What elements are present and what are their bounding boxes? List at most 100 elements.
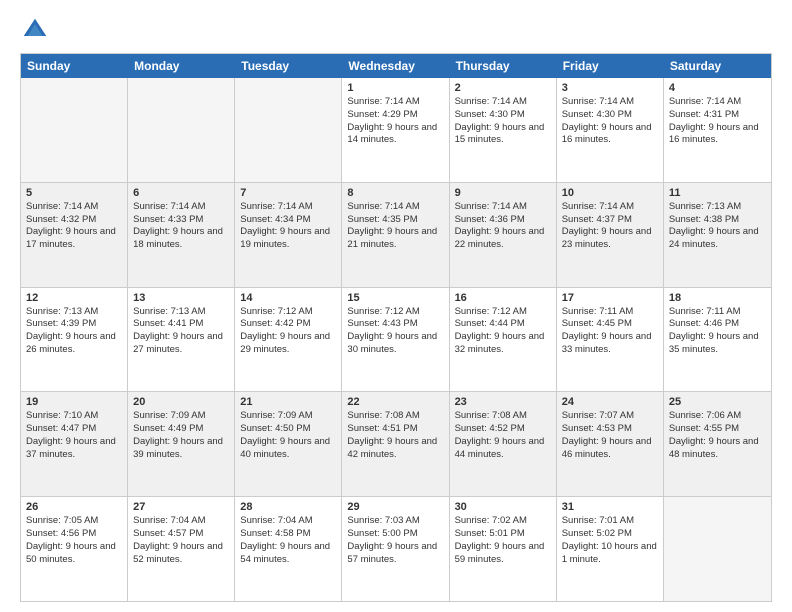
day-number: 14 [240,292,336,304]
header-thursday: Thursday [450,54,557,78]
day-number: 11 [669,187,766,199]
cell-info: Sunrise: 7:04 AM Sunset: 4:58 PM Dayligh… [240,515,336,566]
day-number: 2 [455,82,551,94]
calendar-cell: 24 Sunrise: 7:07 AM Sunset: 4:53 PM Dayli… [557,392,664,496]
cell-info: Sunrise: 7:01 AM Sunset: 5:02 PM Dayligh… [562,515,658,566]
day-number: 23 [455,396,551,408]
day-number: 9 [455,187,551,199]
calendar-row: 1 Sunrise: 7:14 AM Sunset: 4:29 PM Daylig… [21,78,771,183]
calendar-cell: 2 Sunrise: 7:14 AM Sunset: 4:30 PM Daylig… [450,78,557,182]
day-number: 24 [562,396,658,408]
day-number: 10 [562,187,658,199]
day-number: 1 [347,82,443,94]
day-number: 29 [347,501,443,513]
header-saturday: Saturday [664,54,771,78]
cell-info: Sunrise: 7:12 AM Sunset: 4:44 PM Dayligh… [455,306,551,357]
calendar-cell: 23 Sunrise: 7:08 AM Sunset: 4:52 PM Dayli… [450,392,557,496]
cell-info: Sunrise: 7:02 AM Sunset: 5:01 PM Dayligh… [455,515,551,566]
cell-info: Sunrise: 7:14 AM Sunset: 4:35 PM Dayligh… [347,201,443,252]
cell-info: Sunrise: 7:06 AM Sunset: 4:55 PM Dayligh… [669,410,766,461]
cell-info: Sunrise: 7:14 AM Sunset: 4:29 PM Dayligh… [347,96,443,147]
cell-info: Sunrise: 7:14 AM Sunset: 4:30 PM Dayligh… [562,96,658,147]
day-number: 26 [26,501,122,513]
cell-info: Sunrise: 7:10 AM Sunset: 4:47 PM Dayligh… [26,410,122,461]
day-number: 17 [562,292,658,304]
cell-info: Sunrise: 7:13 AM Sunset: 4:39 PM Dayligh… [26,306,122,357]
day-number: 3 [562,82,658,94]
calendar-cell: 11 Sunrise: 7:13 AM Sunset: 4:38 PM Dayli… [664,183,771,287]
cell-info: Sunrise: 7:12 AM Sunset: 4:43 PM Dayligh… [347,306,443,357]
day-number: 18 [669,292,766,304]
cell-info: Sunrise: 7:09 AM Sunset: 4:50 PM Dayligh… [240,410,336,461]
cell-info: Sunrise: 7:04 AM Sunset: 4:57 PM Dayligh… [133,515,229,566]
cell-info: Sunrise: 7:14 AM Sunset: 4:31 PM Dayligh… [669,96,766,147]
calendar-cell: 31 Sunrise: 7:01 AM Sunset: 5:02 PM Dayli… [557,497,664,601]
calendar-cell: 21 Sunrise: 7:09 AM Sunset: 4:50 PM Dayli… [235,392,342,496]
cell-info: Sunrise: 7:09 AM Sunset: 4:49 PM Dayligh… [133,410,229,461]
day-number: 6 [133,187,229,199]
calendar-row: 19 Sunrise: 7:10 AM Sunset: 4:47 PM Dayli… [21,392,771,497]
calendar-cell: 1 Sunrise: 7:14 AM Sunset: 4:29 PM Daylig… [342,78,449,182]
day-number: 21 [240,396,336,408]
calendar-header: Sunday Monday Tuesday Wednesday Thursday… [21,54,771,78]
day-number: 19 [26,396,122,408]
day-number: 27 [133,501,229,513]
day-number: 4 [669,82,766,94]
calendar-row: 12 Sunrise: 7:13 AM Sunset: 4:39 PM Dayli… [21,288,771,393]
calendar-cell: 18 Sunrise: 7:11 AM Sunset: 4:46 PM Dayli… [664,288,771,392]
logo [20,15,54,45]
cell-info: Sunrise: 7:11 AM Sunset: 4:46 PM Dayligh… [669,306,766,357]
cell-info: Sunrise: 7:13 AM Sunset: 4:41 PM Dayligh… [133,306,229,357]
day-number: 30 [455,501,551,513]
calendar-cell [21,78,128,182]
day-number: 15 [347,292,443,304]
day-number: 13 [133,292,229,304]
logo-icon [20,15,50,45]
calendar-cell: 9 Sunrise: 7:14 AM Sunset: 4:36 PM Daylig… [450,183,557,287]
calendar-cell: 13 Sunrise: 7:13 AM Sunset: 4:41 PM Dayli… [128,288,235,392]
calendar-cell: 29Sunrise: 7:03 AM Sunset: 5:00 PM Dayli… [342,497,449,601]
calendar-row: 26 Sunrise: 7:05 AM Sunset: 4:56 PM Dayli… [21,497,771,601]
header-sunday: Sunday [21,54,128,78]
calendar-cell: 20Sunrise: 7:09 AM Sunset: 4:49 PM Dayli… [128,392,235,496]
calendar-cell [235,78,342,182]
header-monday: Monday [128,54,235,78]
cell-info: Sunrise: 7:13 AM Sunset: 4:38 PM Dayligh… [669,201,766,252]
cell-info: Sunrise: 7:11 AM Sunset: 4:45 PM Dayligh… [562,306,658,357]
calendar-cell: 3 Sunrise: 7:14 AM Sunset: 4:30 PM Daylig… [557,78,664,182]
header-tuesday: Tuesday [235,54,342,78]
cell-info: Sunrise: 7:14 AM Sunset: 4:33 PM Dayligh… [133,201,229,252]
day-number: 12 [26,292,122,304]
cell-info: Sunrise: 7:05 AM Sunset: 4:56 PM Dayligh… [26,515,122,566]
header-friday: Friday [557,54,664,78]
calendar-cell: 4 Sunrise: 7:14 AM Sunset: 4:31 PM Daylig… [664,78,771,182]
day-number: 31 [562,501,658,513]
calendar: Sunday Monday Tuesday Wednesday Thursday… [20,53,772,602]
calendar-body: 1 Sunrise: 7:14 AM Sunset: 4:29 PM Daylig… [21,78,771,601]
calendar-cell: 14 Sunrise: 7:12 AM Sunset: 4:42 PM Dayli… [235,288,342,392]
calendar-cell: 12 Sunrise: 7:13 AM Sunset: 4:39 PM Dayli… [21,288,128,392]
calendar-cell: 7 Sunrise: 7:14 AM Sunset: 4:34 PM Daylig… [235,183,342,287]
calendar-cell: 27 Sunrise: 7:04 AM Sunset: 4:57 PM Dayli… [128,497,235,601]
day-number: 7 [240,187,336,199]
cell-info: Sunrise: 7:14 AM Sunset: 4:36 PM Dayligh… [455,201,551,252]
day-number: 5 [26,187,122,199]
calendar-cell: 8Sunrise: 7:14 AM Sunset: 4:35 PM Daylig… [342,183,449,287]
cell-info: Sunrise: 7:07 AM Sunset: 4:53 PM Dayligh… [562,410,658,461]
cell-info: Sunrise: 7:14 AM Sunset: 4:32 PM Dayligh… [26,201,122,252]
header-wednesday: Wednesday [342,54,449,78]
cell-info: Sunrise: 7:14 AM Sunset: 4:34 PM Dayligh… [240,201,336,252]
cell-info: Sunrise: 7:14 AM Sunset: 4:37 PM Dayligh… [562,201,658,252]
header [20,15,772,45]
page: Sunday Monday Tuesday Wednesday Thursday… [0,0,792,612]
cell-info: Sunrise: 7:12 AM Sunset: 4:42 PM Dayligh… [240,306,336,357]
calendar-cell: 6 Sunrise: 7:14 AM Sunset: 4:33 PM Daylig… [128,183,235,287]
calendar-cell: 28 Sunrise: 7:04 AM Sunset: 4:58 PM Dayli… [235,497,342,601]
calendar-cell: 19 Sunrise: 7:10 AM Sunset: 4:47 PM Dayli… [21,392,128,496]
calendar-cell [664,497,771,601]
cell-info: Sunrise: 7:14 AM Sunset: 4:30 PM Dayligh… [455,96,551,147]
cell-info: Sunrise: 7:08 AM Sunset: 4:51 PM Dayligh… [347,410,443,461]
day-number: 22 [347,396,443,408]
cell-info: Sunrise: 7:08 AM Sunset: 4:52 PM Dayligh… [455,410,551,461]
day-number: 28 [240,501,336,513]
